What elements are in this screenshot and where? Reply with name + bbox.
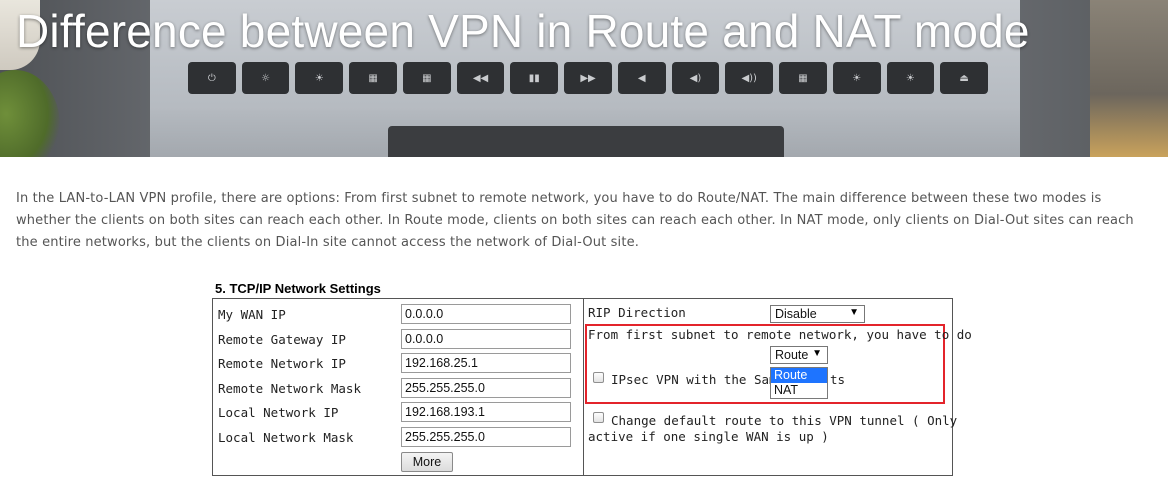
route-nat-select[interactable]: Route ▼ [770, 346, 828, 364]
route-nat-value: Route [775, 348, 809, 362]
key-icon: ◀) [671, 62, 720, 94]
field-row-remote-gateway-ip: Remote Gateway IP [218, 328, 346, 350]
routing-options-column: RIP Direction Disable ▼ From first subne… [584, 299, 972, 475]
page-title: Difference between VPN in Route and NAT … [16, 5, 1030, 57]
key-icon: ☼ [241, 62, 290, 94]
hero-background-object [1090, 0, 1168, 157]
key-icon: ⏏ [940, 62, 989, 94]
key-icon: ▦ [402, 62, 451, 94]
remote-network-mask-input[interactable] [401, 378, 571, 398]
laptop-trackpad [388, 126, 784, 157]
chevron-down-icon: ▼ [812, 348, 822, 359]
dropdown-option-nat[interactable]: NAT [771, 383, 827, 398]
local-network-ip-input[interactable] [401, 402, 571, 422]
more-button[interactable]: More [401, 452, 453, 472]
network-fields-column: My WAN IP Remote Gateway IP Remote Netwo… [213, 299, 584, 475]
field-row-local-network-ip: Local Network IP [218, 401, 338, 423]
field-row-local-network-mask: Local Network Mask [218, 426, 353, 448]
remote-network-ip-input[interactable] [401, 353, 571, 373]
key-icon: ◀◀ [456, 62, 505, 94]
default-route-label: Change default route to this VPN tunnel … [611, 413, 958, 428]
hero-banner: ⏻ ☼ ☀ ▦ ▦ ◀◀ ▮▮ ▶▶ ◀ ◀) ◀)) ▦ ☀ ☀ ⏏ Diff… [0, 0, 1168, 157]
default-route-checkbox[interactable] [593, 412, 604, 423]
field-row-remote-network-mask: Remote Network Mask [218, 377, 361, 399]
field-label: My WAN IP [218, 306, 286, 322]
key-icon: ☀ [832, 62, 881, 94]
field-label: Local Network IP [218, 404, 339, 420]
intro-paragraph: In the LAN-to-LAN VPN profile, there are… [16, 191, 1134, 250]
key-icon: ▦ [779, 62, 827, 94]
default-route-label-cont: active if one single WAN is up ) [588, 429, 829, 444]
key-icon: ◀ [617, 62, 666, 94]
field-row-my-wan-ip: My WAN IP [218, 303, 286, 325]
key-icon: ☀ [886, 62, 935, 94]
tcpip-settings-panel: My WAN IP Remote Gateway IP Remote Netwo… [212, 298, 972, 476]
ipsec-label-end: ts [830, 372, 846, 387]
route-nat-label: From first subnet to remote network, you… [588, 327, 972, 342]
ipsec-label-start: IPsec VPN with the Sam [611, 372, 777, 387]
key-icon: ▶▶ [564, 62, 612, 94]
field-label: Local Network Mask [218, 429, 354, 445]
key-icon: ▦ [349, 62, 397, 94]
route-nat-dropdown-list: Route NAT [770, 367, 828, 399]
keyboard-row: ⏻ ☼ ☀ ▦ ▦ ◀◀ ▮▮ ▶▶ ◀ ◀) ◀)) ▦ ☀ ☀ ⏏ [188, 62, 989, 98]
dropdown-option-route[interactable]: Route [771, 368, 827, 383]
ipsec-same-subnets-checkbox[interactable] [593, 372, 604, 383]
field-label: Remote Gateway IP [218, 331, 346, 347]
plant-image [0, 70, 60, 157]
field-label: Remote Network IP [218, 355, 346, 371]
chevron-down-icon: ▼ [849, 307, 859, 318]
my-wan-ip-input[interactable] [401, 304, 571, 324]
local-network-mask-input[interactable] [401, 427, 571, 447]
remote-gateway-ip-input[interactable] [401, 329, 571, 349]
section-title: 5. TCP/IP Network Settings [215, 281, 381, 296]
key-icon: ◀)) [725, 62, 774, 94]
field-row-remote-network-ip: Remote Network IP [218, 352, 346, 374]
field-label: Remote Network Mask [218, 380, 361, 396]
rip-direction-label: RIP Direction [588, 305, 686, 320]
rip-direction-select[interactable]: Disable ▼ [770, 305, 865, 323]
key-icon: ☀ [295, 62, 344, 94]
rip-direction-value: Disable [775, 307, 817, 321]
key-icon: ▮▮ [510, 62, 559, 94]
key-icon: ⏻ [188, 62, 236, 94]
